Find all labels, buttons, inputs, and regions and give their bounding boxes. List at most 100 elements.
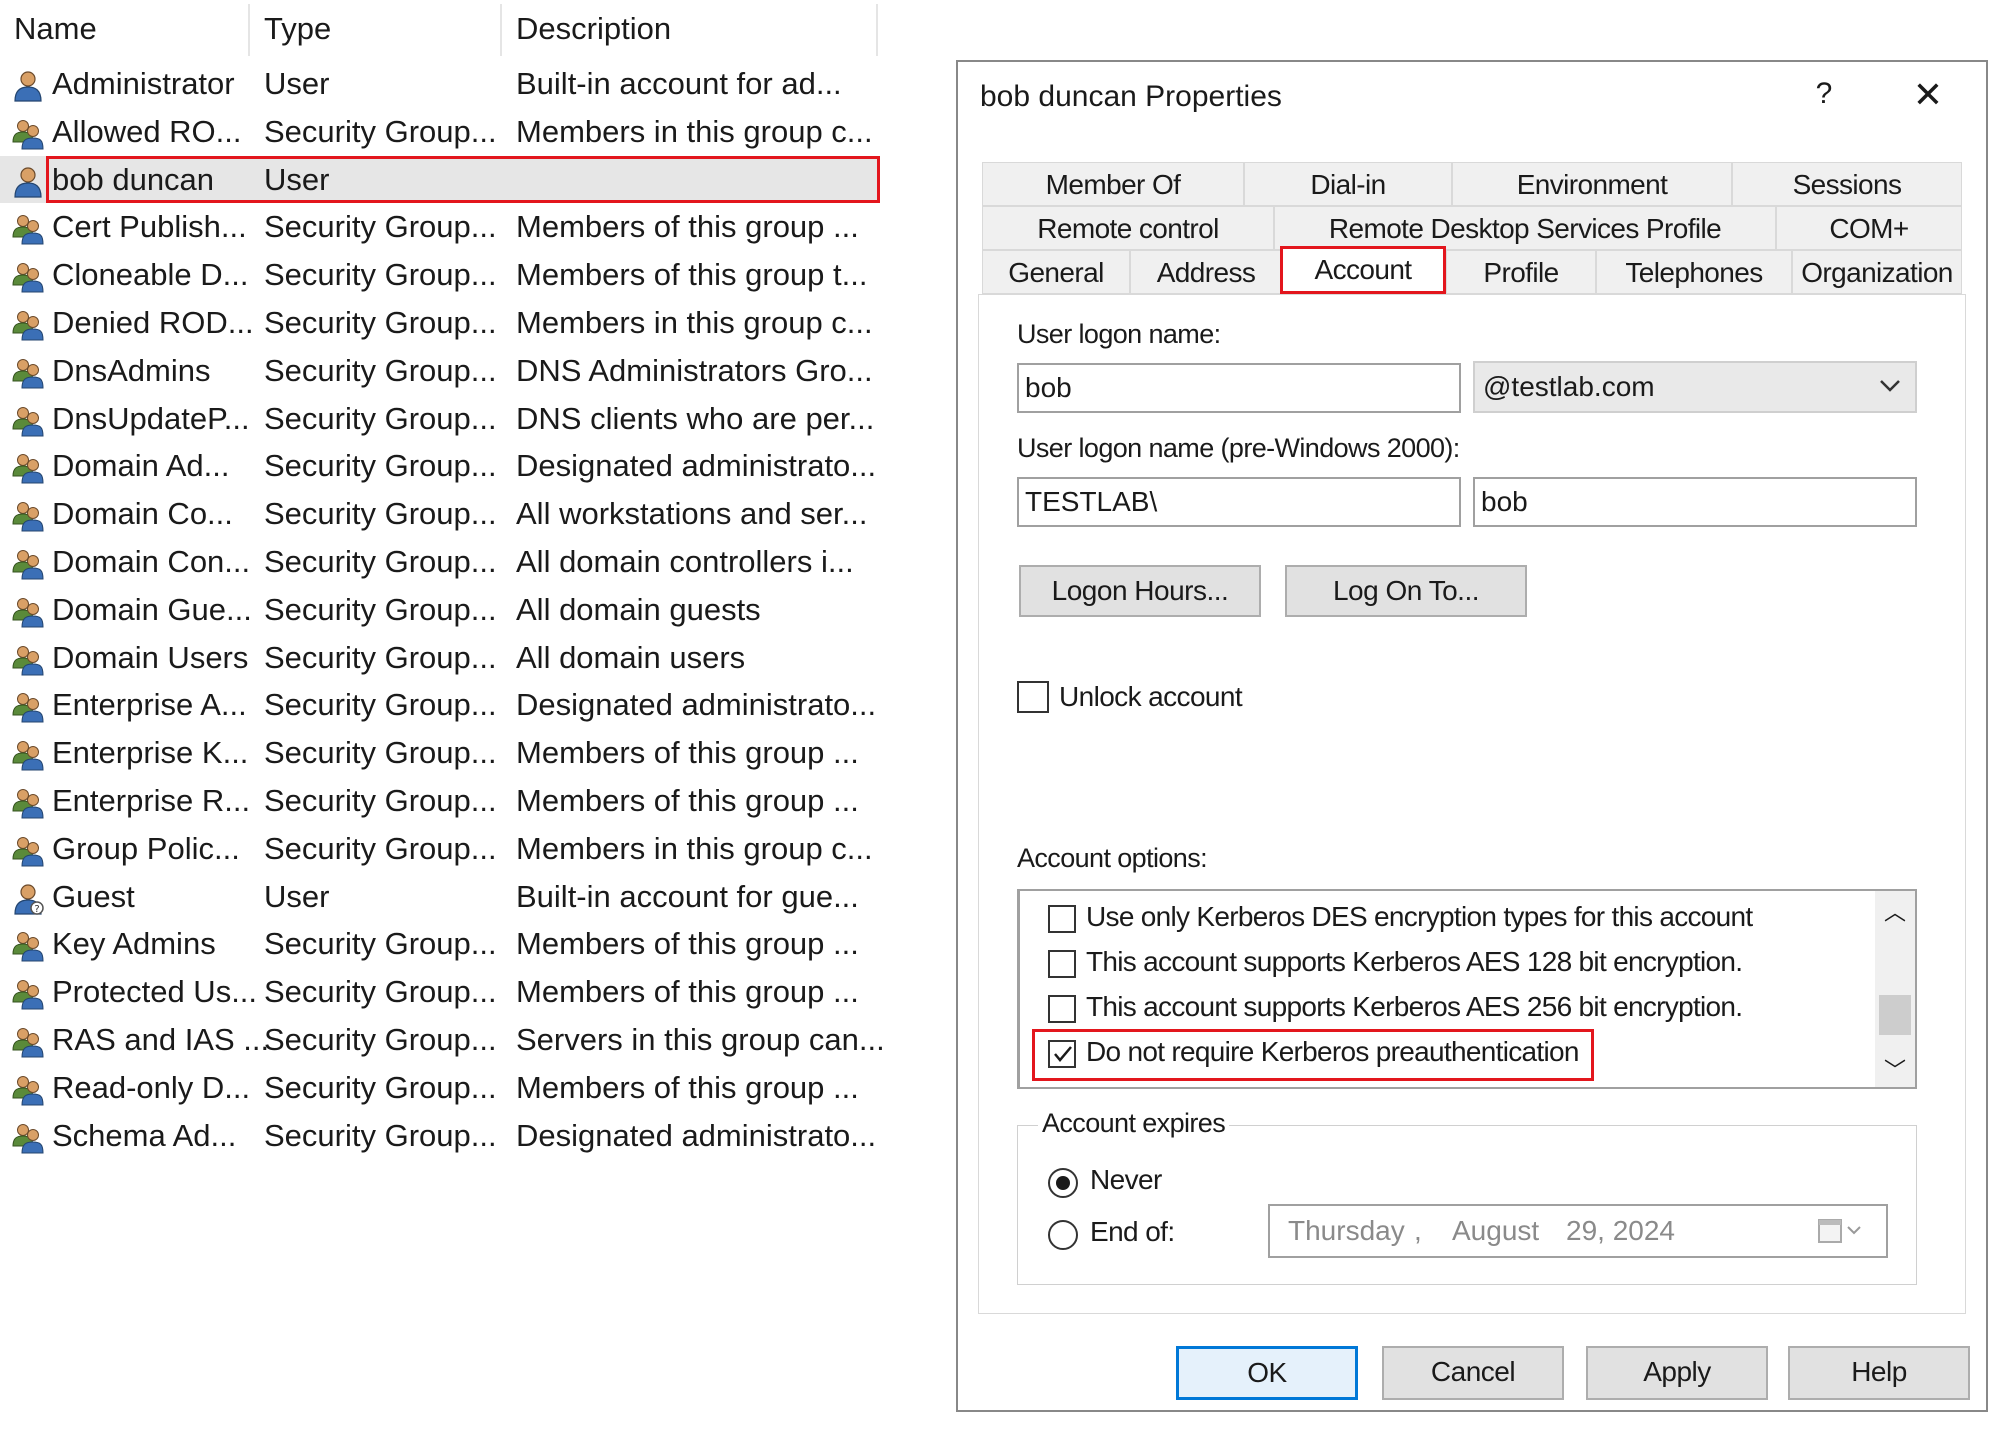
item-description: DNS clients who are per... xyxy=(516,400,875,436)
pre-windows-user-field[interactable]: bob xyxy=(1473,477,1917,527)
tab-dial-in[interactable]: Dial-in xyxy=(1244,162,1452,206)
tab-environment[interactable]: Environment xyxy=(1452,162,1732,206)
apply-button[interactable]: Apply xyxy=(1586,1346,1768,1400)
group-icon xyxy=(12,1024,44,1058)
list-item[interactable]: Domain Ad... Security Group... Designated … xyxy=(0,442,880,490)
scroll-down-icon[interactable]: ﹀ xyxy=(1875,1053,1915,1083)
list-item[interactable]: Schema Ad... Security Group... Designated … xyxy=(0,1112,880,1160)
item-type: Security Group... xyxy=(264,830,497,866)
list-item[interactable]: Domain Users Security Group... All domain … xyxy=(0,634,880,682)
account-option-checkbox[interactable] xyxy=(1048,905,1076,933)
list-item[interactable]: Cert Publish... Security Group... Members … xyxy=(0,203,880,251)
column-divider[interactable] xyxy=(248,4,250,56)
ok-button[interactable]: OK xyxy=(1176,1346,1358,1400)
options-scrollbar[interactable]: ︿ ﹀ xyxy=(1875,891,1915,1087)
list-item[interactable]: Allowed RO... Security Group... Members in… xyxy=(0,108,880,156)
group-icon xyxy=(12,976,44,1010)
cancel-button[interactable]: Cancel xyxy=(1382,1346,1564,1400)
column-divider[interactable] xyxy=(500,4,502,56)
list-item[interactable]: Administrator User Built-in account for ad… xyxy=(0,60,880,108)
help-button[interactable]: Help xyxy=(1788,1346,1970,1400)
group-icon xyxy=(12,211,44,245)
never-radio[interactable] xyxy=(1048,1168,1078,1198)
date-separator: , xyxy=(1414,1215,1422,1246)
column-header-type[interactable]: Type xyxy=(264,0,331,58)
chevron-down-icon xyxy=(1880,380,1900,392)
list-rows: Administrator User Built-in account for ad… xyxy=(0,60,885,1160)
tab-member-of[interactable]: Member Of xyxy=(982,162,1244,206)
item-description: Members in this group c... xyxy=(516,113,873,149)
expiry-date-picker[interactable]: Thursday , August 29, 2024 xyxy=(1268,1204,1888,1258)
upn-suffix-dropdown[interactable]: @testlab.com xyxy=(1473,361,1917,413)
list-item[interactable]: DnsUpdateP... Security Group... DNS client… xyxy=(0,395,880,443)
list-item[interactable]: Domain Gue... Security Group... All domain… xyxy=(0,586,880,634)
logon-hours-button[interactable]: Logon Hours... xyxy=(1019,565,1261,617)
unlock-account-checkbox[interactable] xyxy=(1017,681,1049,713)
list-item[interactable]: Enterprise R... Security Group... Members … xyxy=(0,777,880,825)
account-option-checkbox[interactable] xyxy=(1048,995,1076,1023)
guest-user-icon: ? xyxy=(12,881,44,915)
list-item[interactable]: ? Guest User Built-in account for gue... xyxy=(0,873,880,921)
tab-address[interactable]: Address xyxy=(1130,250,1282,294)
item-type: Security Group... xyxy=(264,1117,497,1153)
help-icon[interactable]: ? xyxy=(1804,74,1844,114)
object-list: Name Type Description Administrator User B… xyxy=(0,0,885,1180)
item-description: All workstations and ser... xyxy=(516,496,868,532)
calendar-icon[interactable] xyxy=(1818,1218,1862,1244)
tab-profile[interactable]: Profile xyxy=(1446,250,1596,294)
list-item[interactable]: Read-only D... Security Group... Members o… xyxy=(0,1064,880,1112)
list-item[interactable]: Enterprise A... Security Group... Designat… xyxy=(0,681,880,729)
item-type: Security Group... xyxy=(264,448,497,484)
group-icon xyxy=(12,498,44,532)
list-item[interactable]: RAS and IAS ... Security Group... Servers … xyxy=(0,1016,885,1064)
list-item[interactable]: Protected Us... Security Group... Members … xyxy=(0,968,880,1016)
pre-windows-domain-field: TESTLAB\ xyxy=(1017,477,1461,527)
scroll-up-icon[interactable]: ︿ xyxy=(1875,895,1915,925)
item-name: Domain Users xyxy=(52,639,249,675)
list-item[interactable]: bob duncan User xyxy=(0,155,880,204)
account-option-checkbox[interactable] xyxy=(1048,1040,1076,1068)
item-type: Security Group... xyxy=(264,639,497,675)
group-icon xyxy=(12,450,44,484)
end-of-radio[interactable] xyxy=(1048,1220,1078,1250)
pre-windows-label: User logon name (pre-Windows 2000): xyxy=(1017,433,1460,463)
column-header-description[interactable]: Description xyxy=(516,0,671,58)
tab-remote-control[interactable]: Remote control xyxy=(982,206,1274,250)
item-type: Security Group... xyxy=(264,687,497,723)
list-item[interactable]: Group Polic... Security Group... Members i… xyxy=(0,825,880,873)
account-option-checkbox[interactable] xyxy=(1048,950,1076,978)
account-tab-panel: User logon name: bob @testlab.com User l… xyxy=(978,294,1966,1314)
item-name: DnsUpdateP... xyxy=(52,400,250,436)
item-name: Protected Us... xyxy=(52,974,258,1010)
list-item[interactable]: Domain Co... Security Group... All worksta… xyxy=(0,490,880,538)
column-header-name[interactable]: Name xyxy=(14,0,97,58)
close-icon[interactable]: ✕ xyxy=(1906,74,1950,118)
never-label: Never xyxy=(1090,1164,1162,1195)
tab-telephones[interactable]: Telephones xyxy=(1596,250,1792,294)
item-type: Security Group... xyxy=(264,926,497,962)
item-type: User xyxy=(264,161,330,197)
list-item[interactable]: DnsAdmins Security Group... DNS Administra… xyxy=(0,347,880,395)
tab-organization[interactable]: Organization xyxy=(1792,250,1962,294)
list-header: Name Type Description xyxy=(0,0,880,58)
tab-account[interactable]: Account xyxy=(1280,246,1446,294)
list-item[interactable]: Denied ROD... Security Group... Members in… xyxy=(0,299,880,347)
column-divider[interactable] xyxy=(876,4,878,56)
group-icon xyxy=(12,594,44,628)
account-expires-label: Account expires xyxy=(1038,1108,1230,1139)
list-item[interactable]: Key Admins Security Group... Members of th… xyxy=(0,920,880,968)
tab-sessions[interactable]: Sessions xyxy=(1732,162,1962,206)
log-on-to-button[interactable]: Log On To... xyxy=(1285,565,1527,617)
scroll-thumb[interactable] xyxy=(1879,995,1911,1035)
tab-rds-profile[interactable]: Remote Desktop Services Profile xyxy=(1274,206,1776,250)
account-expires-group: Account expires Never End of: Thursday ,… xyxy=(1017,1108,1917,1285)
tab-com-plus[interactable]: COM+ xyxy=(1776,206,1962,250)
tab-general[interactable]: General xyxy=(982,250,1130,294)
date-rest: 29, 2024 xyxy=(1566,1215,1675,1246)
date-month: August xyxy=(1452,1215,1540,1246)
logon-name-field[interactable]: bob xyxy=(1017,363,1461,413)
list-item[interactable]: Enterprise K... Security Group... Members … xyxy=(0,729,880,777)
item-name: Cert Publish... xyxy=(52,209,247,245)
list-item[interactable]: Domain Con... Security Group... All domain… xyxy=(0,538,880,586)
list-item[interactable]: Cloneable D... Security Group... Members o… xyxy=(0,251,880,299)
